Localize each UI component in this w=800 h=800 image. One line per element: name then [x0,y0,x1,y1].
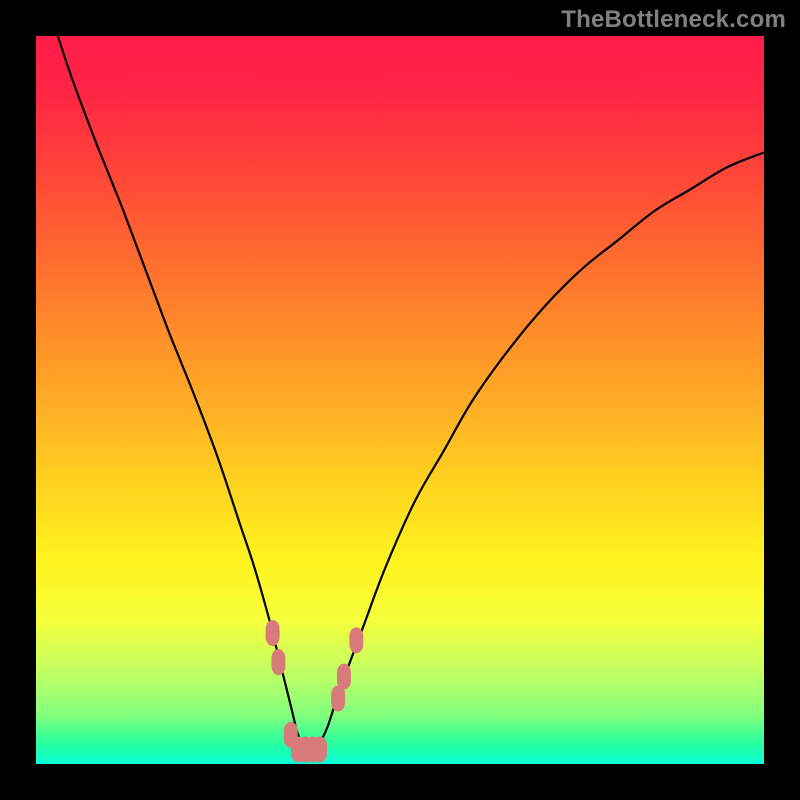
highlight-marker [271,649,285,675]
watermark-text: TheBottleneck.com [561,6,786,34]
plot-background [36,36,764,764]
bottleneck-chart [0,0,800,800]
highlight-marker [313,736,327,762]
highlight-marker [266,620,280,646]
highlight-marker [337,664,351,690]
highlight-marker [349,627,363,653]
